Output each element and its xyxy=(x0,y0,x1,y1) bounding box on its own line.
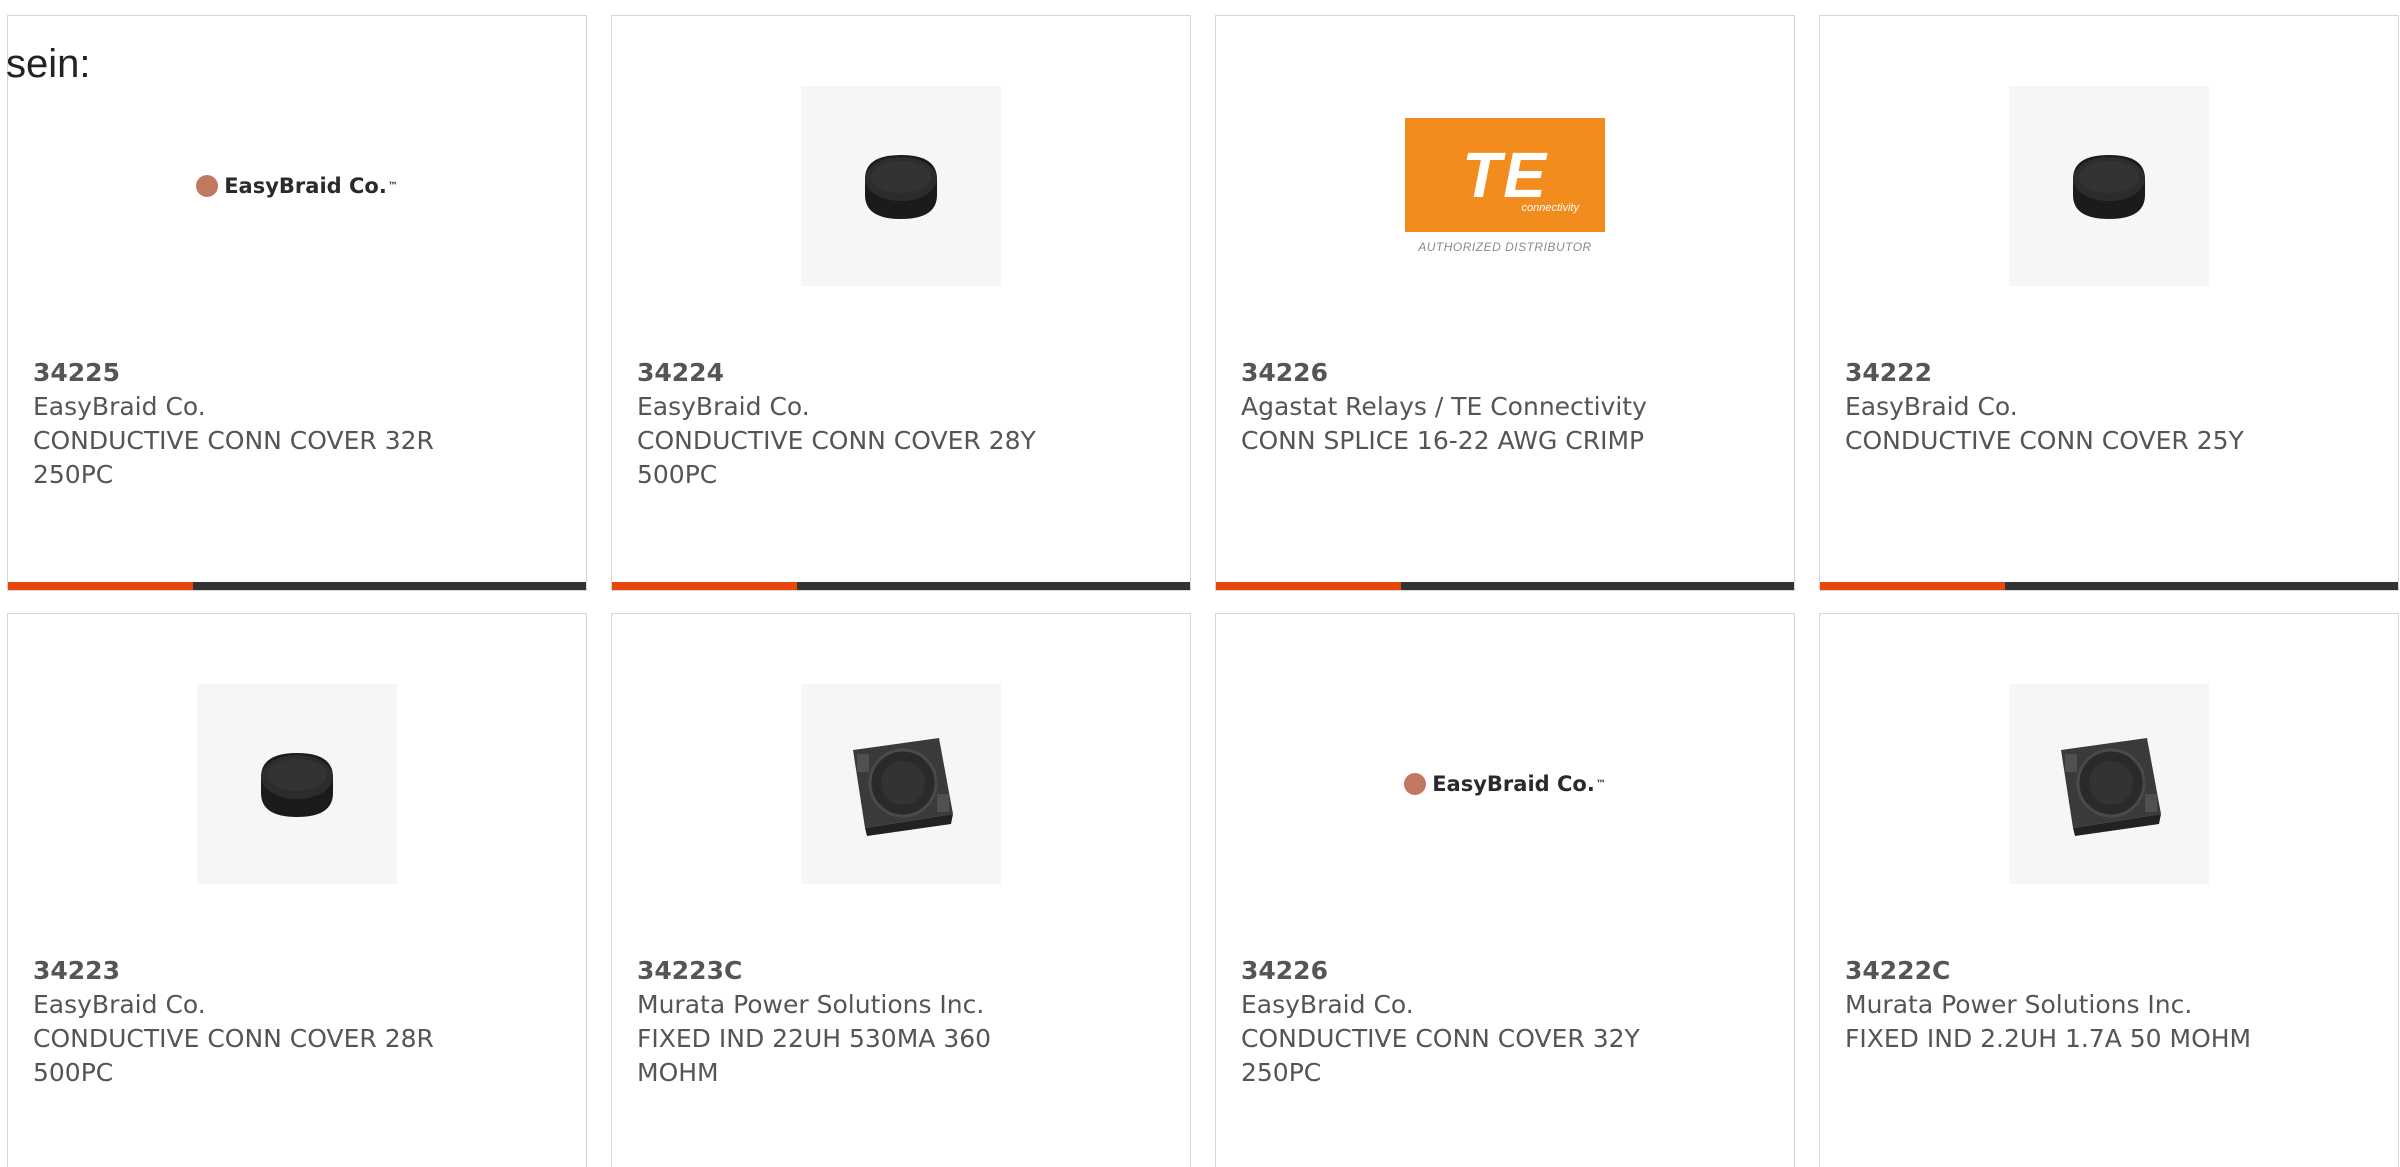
carousel-progress-bar xyxy=(1216,582,1794,590)
te-logo-text: TE xyxy=(1462,139,1548,211)
part-number-link[interactable]: 34226 xyxy=(1241,356,1711,390)
lead-text: sein: xyxy=(6,42,91,86)
product-info: 34225 EasyBraid Co. CONDUCTIVE CONN COVE… xyxy=(33,356,503,492)
te-logo-subtext: connectivity xyxy=(1521,202,1579,214)
te-connectivity-logo: TE connectivity AUTHORIZED DISTRIBUTOR xyxy=(1405,118,1605,254)
product-card[interactable]: 34223C Murata Power Solutions Inc. FIXED… xyxy=(611,613,1191,1167)
product-description: CONDUCTIVE CONN COVER 32R xyxy=(33,426,434,455)
product-card[interactable]: 34223 EasyBraid Co. CONDUCTIVE CONN COVE… xyxy=(7,613,587,1167)
product-card[interactable]: 34224 EasyBraid Co. CONDUCTIVE CONN COVE… xyxy=(611,15,1191,591)
product-thumbnail[interactable]: TE connectivity AUTHORIZED DISTRIBUTOR xyxy=(1405,86,1605,286)
carousel-progress-fill xyxy=(612,582,797,590)
product-description-cont: MOHM xyxy=(637,1058,719,1087)
inductor-icon xyxy=(2061,738,2161,836)
product-card[interactable]: EasyBraid Co. ™ 34225 EasyBraid Co. COND… xyxy=(7,15,587,591)
product-info: 34222 EasyBraid Co. CONDUCTIVE CONN COVE… xyxy=(1845,356,2315,458)
carousel-progress-fill xyxy=(1216,582,1401,590)
product-thumbnail[interactable] xyxy=(801,684,1001,884)
carousel-progress-bar xyxy=(612,582,1190,590)
manufacturer-name: Agastat Relays / TE Connectivity xyxy=(1241,392,1647,421)
manufacturer-name: EasyBraid Co. xyxy=(1845,392,2018,421)
product-description: CONDUCTIVE CONN COVER 28Y xyxy=(637,426,1036,455)
product-thumbnail[interactable]: EasyBraid Co. ™ xyxy=(1404,684,1606,884)
easybraid-logo: EasyBraid Co. ™ xyxy=(1404,772,1606,796)
product-card[interactable]: TE connectivity AUTHORIZED DISTRIBUTOR 3… xyxy=(1215,15,1795,591)
product-info: 34223 EasyBraid Co. CONDUCTIVE CONN COVE… xyxy=(33,954,503,1090)
easybraid-logo-dot xyxy=(1404,773,1427,795)
product-info: 34226 Agastat Relays / TE Connectivity C… xyxy=(1241,356,1711,458)
product-grid: EasyBraid Co. ™ 34225 EasyBraid Co. COND… xyxy=(7,15,2399,1167)
carousel-progress-bar xyxy=(1820,582,2398,590)
product-card[interactable]: EasyBraid Co. ™ 34226 EasyBraid Co. COND… xyxy=(1215,613,1795,1167)
trademark-symbol: ™ xyxy=(1595,778,1606,790)
product-info: 34223C Murata Power Solutions Inc. FIXED… xyxy=(637,954,1107,1090)
te-logo-box: TE connectivity xyxy=(1405,118,1605,232)
product-thumbnail[interactable] xyxy=(801,86,1001,286)
part-number-link[interactable]: 34222C xyxy=(1845,954,2315,988)
easybraid-logo-text: EasyBraid Co. xyxy=(224,174,387,198)
trademark-symbol: ™ xyxy=(387,180,398,192)
product-description-cont: 250PC xyxy=(33,460,114,489)
product-description: CONDUCTIVE CONN COVER 25Y xyxy=(1845,426,2244,455)
black-cap-icon xyxy=(261,753,333,817)
product-card[interactable]: 34222 EasyBraid Co. CONDUCTIVE CONN COVE… xyxy=(1819,15,2399,591)
manufacturer-name: Murata Power Solutions Inc. xyxy=(1845,990,2193,1019)
part-number-link[interactable]: 34223C xyxy=(637,954,1107,988)
easybraid-logo-text: EasyBraid Co. xyxy=(1432,772,1595,796)
product-description-cont: 500PC xyxy=(33,1058,114,1087)
product-card[interactable]: 34222C Murata Power Solutions Inc. FIXED… xyxy=(1819,613,2399,1167)
manufacturer-name: EasyBraid Co. xyxy=(33,392,206,421)
product-thumbnail[interactable] xyxy=(2009,684,2209,884)
manufacturer-name: EasyBraid Co. xyxy=(33,990,206,1019)
product-thumbnail[interactable]: EasyBraid Co. ™ xyxy=(196,86,398,286)
carousel-progress-fill xyxy=(8,582,193,590)
product-thumbnail[interactable] xyxy=(197,684,397,884)
product-description-cont: 250PC xyxy=(1241,1058,1322,1087)
part-number-link[interactable]: 34223 xyxy=(33,954,503,988)
part-number-link[interactable]: 34222 xyxy=(1845,356,2315,390)
black-cap-icon xyxy=(2073,155,2145,219)
product-description: FIXED IND 22UH 530MA 360 xyxy=(637,1024,992,1053)
product-description: CONDUCTIVE CONN COVER 32Y xyxy=(1241,1024,1640,1053)
manufacturer-name: EasyBraid Co. xyxy=(1241,990,1414,1019)
product-grid-page: sein: EasyBraid Co. ™ 34225 EasyBraid Co… xyxy=(0,0,2400,1167)
product-description-cont: 500PC xyxy=(637,460,718,489)
manufacturer-name: EasyBraid Co. xyxy=(637,392,810,421)
product-info: 34224 EasyBraid Co. CONDUCTIVE CONN COVE… xyxy=(637,356,1107,492)
part-number-link[interactable]: 34224 xyxy=(637,356,1107,390)
easybraid-logo: EasyBraid Co. ™ xyxy=(196,174,398,198)
carousel-progress-fill xyxy=(1820,582,2005,590)
product-description: CONN SPLICE 16-22 AWG CRIMP xyxy=(1241,426,1645,455)
carousel-progress-bar xyxy=(8,582,586,590)
authorized-distributor-caption: AUTHORIZED DISTRIBUTOR xyxy=(1418,240,1592,254)
part-number-link[interactable]: 34226 xyxy=(1241,954,1711,988)
easybraid-logo-dot xyxy=(196,175,219,197)
manufacturer-name: Murata Power Solutions Inc. xyxy=(637,990,985,1019)
product-info: 34226 EasyBraid Co. CONDUCTIVE CONN COVE… xyxy=(1241,954,1711,1090)
product-description: CONDUCTIVE CONN COVER 28R xyxy=(33,1024,434,1053)
part-number-link[interactable]: 34225 xyxy=(33,356,503,390)
product-description: FIXED IND 2.2UH 1.7A 50 MOHM xyxy=(1845,1024,2252,1053)
inductor-icon xyxy=(853,738,953,836)
product-thumbnail[interactable] xyxy=(2009,86,2209,286)
black-cap-icon xyxy=(865,155,937,219)
product-info: 34222C Murata Power Solutions Inc. FIXED… xyxy=(1845,954,2315,1056)
